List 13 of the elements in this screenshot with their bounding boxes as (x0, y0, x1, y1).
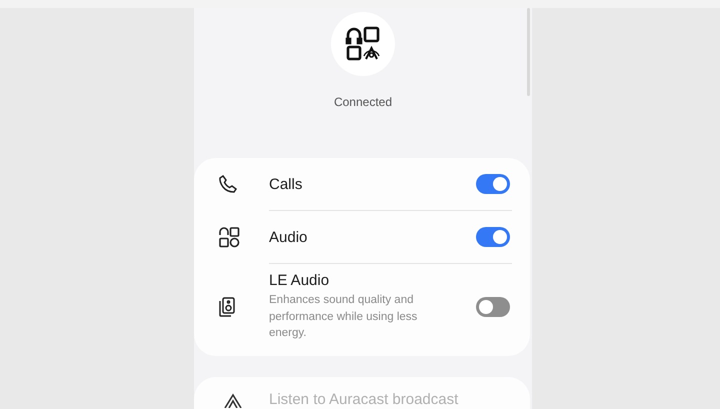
toggle-switch[interactable] (476, 174, 510, 194)
setting-label: LE Audio (269, 272, 330, 289)
shapes-icon (218, 226, 240, 248)
toggle-switch[interactable] (476, 297, 510, 317)
setting-label: Calls (269, 176, 304, 192)
setting-description: Enhances sound quality and performance while using less energy. (269, 293, 418, 342)
connection-status: Connected (334, 95, 392, 109)
toggle-switch[interactable] (476, 227, 510, 247)
speaker-icon (218, 297, 236, 317)
setting-label: Audio (269, 228, 308, 246)
phone-icon (218, 174, 238, 194)
broadcast-label[interactable]: Listen to Auracast broadcast (269, 391, 458, 408)
broadcast-icon (222, 392, 244, 408)
